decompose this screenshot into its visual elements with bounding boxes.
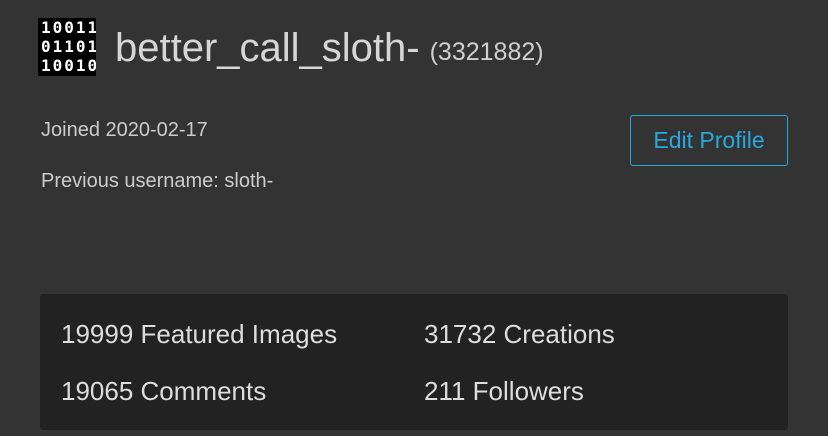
avatar-binary-row: 10011	[41, 18, 96, 37]
user-id: (3321882)	[429, 37, 544, 66]
joined-date: Joined 2020-02-17	[41, 119, 208, 141]
avatar-binary-row: 10010	[41, 56, 96, 75]
avatar: 10011 01101 10010	[38, 18, 96, 76]
stats-panel: 19999 Featured Images 31732 Creations 19…	[40, 294, 788, 430]
featured-images-count[interactable]: 19999 Featured Images	[61, 321, 337, 347]
previous-username: Previous username: sloth-	[41, 170, 274, 192]
profile-header: better_call_sloth- (3321882)	[115, 20, 544, 76]
followers-count[interactable]: 211 Followers	[424, 378, 584, 404]
username: better_call_sloth-	[115, 26, 420, 70]
comments-count[interactable]: 19065 Comments	[61, 378, 266, 404]
avatar-binary-row: 01101	[41, 37, 96, 56]
creations-count[interactable]: 31732 Creations	[424, 321, 615, 347]
edit-profile-button[interactable]: Edit Profile	[630, 115, 788, 166]
